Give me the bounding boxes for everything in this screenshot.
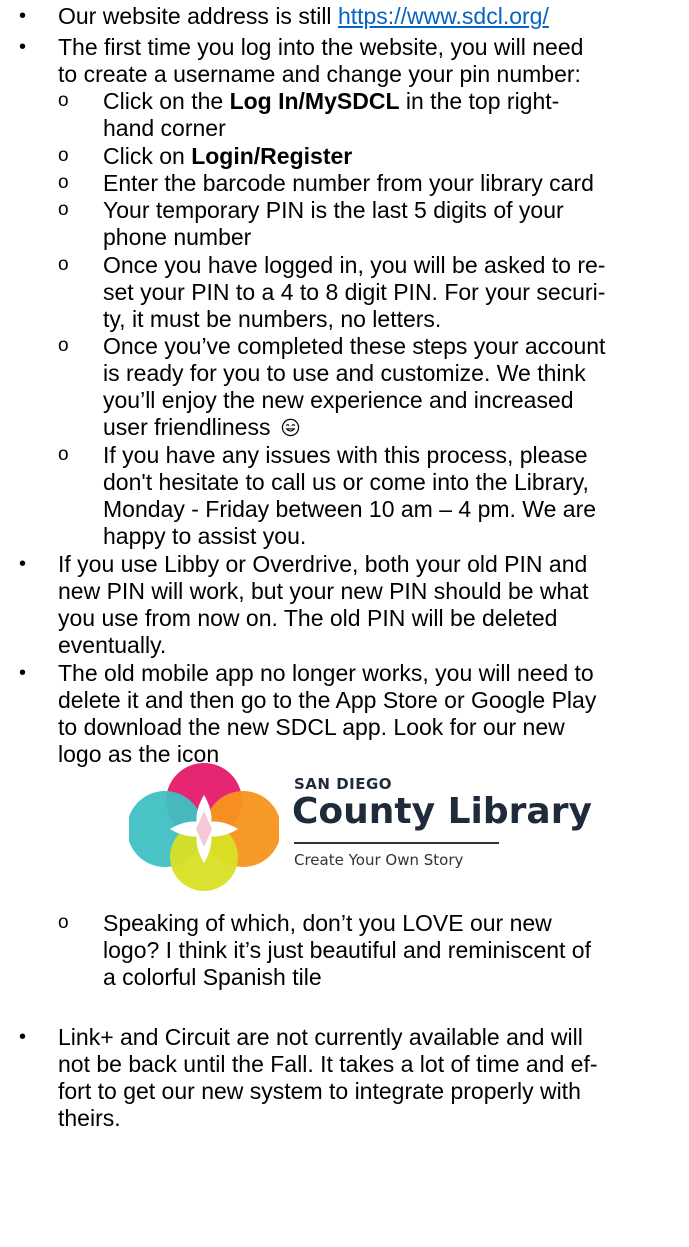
text-line: to create a username and change your pin… — [58, 61, 581, 87]
text-line: Speaking of which, don’t you LOVE our ne… — [103, 910, 552, 936]
text: Click on — [103, 143, 185, 169]
circle-bullet-icon: o — [58, 254, 69, 275]
bullet-icon: • — [19, 662, 27, 684]
text-line: to download the new SDCL app. Look for o… — [58, 714, 565, 740]
text-line: If you use Libby or Overdrive, both your… — [58, 551, 588, 577]
text-line: new PIN will work, but your new PIN shou… — [58, 578, 589, 604]
text-line: user friendliness — [103, 414, 300, 440]
logo-main-text: County Library — [292, 791, 592, 832]
sdcl-logo: SAN DIEGO County Library Create Your Own… — [129, 761, 592, 892]
circle-bullet-icon: o — [58, 90, 69, 111]
text-line: is ready for you to use and customize. W… — [103, 360, 586, 386]
text-line: The first time you log into the website,… — [58, 34, 584, 60]
bullet-icon: • — [19, 5, 27, 27]
text-line: don't hesitate to call us or come into t… — [103, 469, 589, 495]
text-line: Once you have logged in, you will be ask… — [103, 252, 606, 278]
circle-bullet-icon: o — [58, 912, 69, 933]
text-line: Your temporary PIN is the last 5 digits … — [103, 197, 564, 223]
text-line: Enter the barcode number from your libra… — [103, 170, 594, 196]
circle-bullet-icon: o — [58, 199, 69, 220]
text-line: fort to get our new system to integrate … — [58, 1078, 581, 1104]
bold-text: Log In/MySDCL — [229, 88, 400, 114]
text-line: Link+ and Circuit are not currently avai… — [58, 1024, 583, 1050]
logo-tagline: Create Your Own Story — [294, 851, 464, 869]
website-link[interactable]: https://www.sdcl.org/ — [338, 3, 549, 29]
text-line: you use from now on. The old PIN will be… — [58, 605, 558, 631]
text-line: you’ll enjoy the new experience and incr… — [103, 387, 574, 413]
text-line: delete it and then go to the App Store o… — [58, 687, 597, 713]
text-line: The old mobile app no longer works, you … — [58, 660, 594, 686]
text: in the top right- — [405, 88, 560, 114]
bullet-icon: • — [19, 1026, 27, 1048]
text-line: hand corner — [103, 115, 226, 141]
text-line: Our website address is still https://www… — [58, 3, 549, 29]
text-line: Click on the Log In/MySDCL in the top ri… — [103, 88, 559, 114]
circle-bullet-icon: o — [58, 444, 69, 465]
logo-divider — [294, 842, 499, 844]
circle-bullet-icon: o — [58, 335, 69, 356]
text-line: Once you’ve completed these steps your a… — [103, 333, 606, 359]
tile-logo-mark-icon — [129, 763, 279, 891]
text-line: Monday - Friday between 10 am – 4 pm. We… — [103, 496, 597, 522]
text: Our website address is still — [58, 3, 332, 29]
text-line: set your PIN to a 4 to 8 digit PIN. For … — [103, 279, 606, 305]
bold-text: Login/Register — [191, 143, 353, 169]
text-line: a colorful Spanish tile — [103, 964, 322, 990]
text-line: theirs. — [58, 1105, 121, 1131]
smiley-face-icon — [281, 418, 300, 437]
text-line: logo? I think it’s just beautiful and re… — [103, 937, 591, 963]
text: Click on the — [103, 88, 224, 114]
text-line: happy to assist you. — [103, 523, 307, 549]
text-line: phone number — [103, 224, 252, 250]
bullet-icon: • — [19, 553, 27, 575]
text: user friendliness — [103, 414, 271, 440]
circle-bullet-icon: o — [58, 172, 69, 193]
circle-bullet-icon: o — [58, 145, 69, 166]
text-line: not be back until the Fall. It takes a l… — [58, 1051, 598, 1077]
text-line: If you have any issues with this process… — [103, 442, 588, 468]
bullet-icon: • — [19, 36, 27, 58]
text-line: eventually. — [58, 632, 167, 658]
text-line: Click on Login/Register — [103, 143, 352, 169]
text-line: ty, it must be numbers, no letters. — [103, 306, 442, 332]
